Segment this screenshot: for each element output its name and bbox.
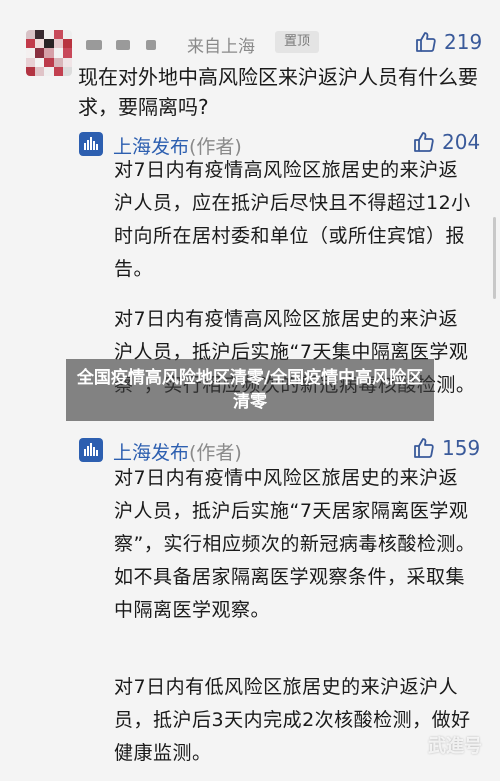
question-text: 现在对外地中高风险区来沪返沪人员有什么要求，要隔离吗? <box>78 65 478 119</box>
thumbs-up-icon <box>414 132 434 152</box>
reply-paragraph: 对7日内有疫情中风险区旅居史的来沪返沪人员，抵沪后实施“7天居家隔离医学观察”，… <box>114 467 476 621</box>
pinned-badge: 置顶 <box>275 31 319 53</box>
reply-like-count: 204 <box>442 130 481 154</box>
avatar[interactable] <box>26 30 72 76</box>
reply-author-role: (作者) <box>189 442 242 464</box>
origin-label: 来自上海 <box>187 37 255 57</box>
username-mask <box>86 40 102 50</box>
author-logo-icon[interactable] <box>79 132 103 156</box>
reply-author-name: 上海发布 <box>113 442 190 464</box>
reply-paragraph: 对7日内有疫情高风险区旅居史的来沪返沪人员，应在抵沪后尽快且不得超过12小时向所… <box>114 159 471 280</box>
reply-like-button[interactable]: 159 <box>412 436 480 460</box>
reply-paragraph: 对7日内有低风险区旅居史的来沪返沪人员，抵沪后3天内完成2次核酸检测，做好健康监… <box>114 676 471 764</box>
question-like-count: 219 <box>444 30 483 54</box>
thumbs-up-icon <box>414 438 434 458</box>
username-mask <box>116 40 130 50</box>
question-like-button[interactable]: 219 <box>414 30 482 54</box>
watermark: 武進号 <box>428 736 482 757</box>
username-mask <box>146 40 156 50</box>
overlay-title-banner: 全国疫情高风险地区清零/全国疫情中高风险区清零 <box>66 359 434 421</box>
reply-author[interactable]: 上海发布(作者) <box>113 438 242 465</box>
thumbs-up-icon <box>416 32 436 52</box>
reply-like-count: 159 <box>442 436 481 460</box>
author-logo-icon[interactable] <box>79 438 103 462</box>
reply-like-button[interactable]: 204 <box>412 130 480 154</box>
scrollbar[interactable] <box>493 217 496 299</box>
